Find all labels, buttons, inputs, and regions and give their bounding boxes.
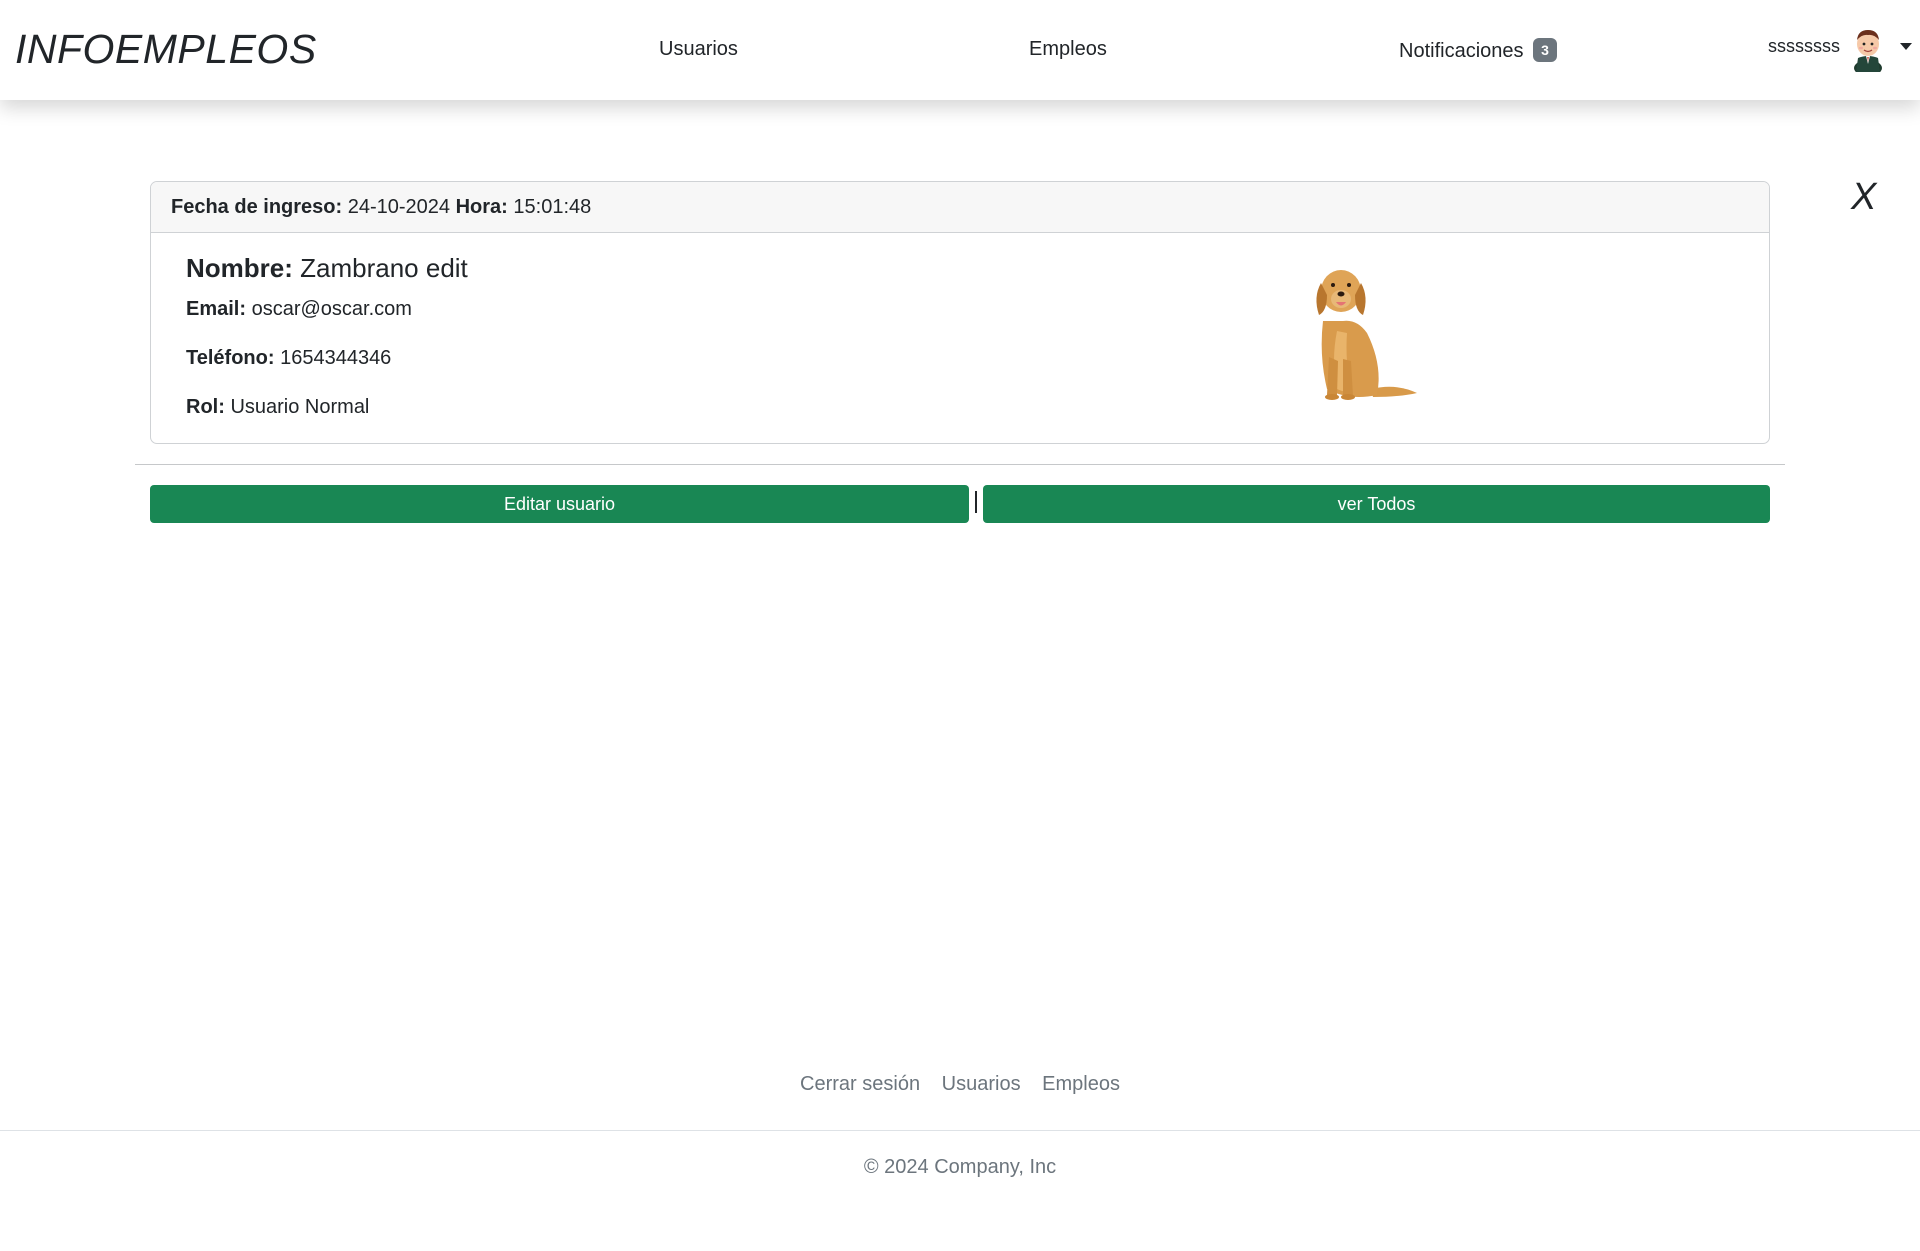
name-value: Zambrano edit xyxy=(300,253,468,283)
user-photo-dog xyxy=(1316,270,1417,400)
footer-divider xyxy=(0,1130,1920,1131)
date-value: 24-10-2024 xyxy=(347,196,451,218)
role-value: Usuario Normal xyxy=(230,396,370,418)
role-label: Rol: xyxy=(186,396,225,418)
view-all-button[interactable]: ver Todos xyxy=(983,485,1770,523)
user-name: ssssssss xyxy=(1768,35,1840,56)
notification-count-badge: 3 xyxy=(1533,38,1557,62)
user-menu-toggle[interactable]: ssssssss xyxy=(1768,26,1912,74)
date-label: Fecha de ingreso: xyxy=(171,196,343,218)
phone-value: 1654344346 xyxy=(280,347,392,369)
email-row: Email: oscar@oscar.com xyxy=(186,298,1734,321)
notifications-label: Notificaciones xyxy=(1399,40,1524,62)
card-header: Fecha de ingreso: 24-10-2024 Hora: 15:01… xyxy=(151,182,1769,233)
nav-link-users[interactable]: Usuarios xyxy=(659,38,738,61)
copyright-text: © 2024 Company, Inc xyxy=(863,1156,1057,1178)
name-label: Nombre: xyxy=(186,253,293,283)
footer-link-users[interactable]: Usuarios xyxy=(942,1073,1021,1095)
user-avatar-icon xyxy=(1854,30,1882,72)
chevron-down-icon xyxy=(1900,42,1912,50)
brand-logo[interactable]: INFOEMPLEOS xyxy=(15,26,317,73)
time-label: Hora: xyxy=(455,196,508,218)
footer-link-jobs[interactable]: Empleos xyxy=(1042,1073,1120,1095)
edit-user-button[interactable]: Editar usuario xyxy=(150,485,969,523)
phone-row: Teléfono: 1654344346 xyxy=(186,347,1734,370)
role-row: Rol: Usuario Normal xyxy=(186,396,1734,419)
footer-nav: Cerrar sesión Usuarios Empleos xyxy=(0,1073,1920,1096)
phone-label: Teléfono: xyxy=(186,347,275,369)
user-detail-card: Fecha de ingreso: 24-10-2024 Hora: 15:01… xyxy=(150,181,1770,444)
divider xyxy=(135,464,1785,465)
name-row: Nombre: Zambrano edit xyxy=(186,253,1734,284)
time-value: 15:01:48 xyxy=(513,196,592,218)
button-separator xyxy=(975,491,977,513)
nav-link-notifications[interactable]: Notificaciones 3 xyxy=(1399,38,1557,63)
footer-link-logout[interactable]: Cerrar sesión xyxy=(800,1073,920,1095)
card-body: Nombre: Zambrano edit Email: oscar@oscar… xyxy=(151,233,1769,443)
close-button[interactable]: X xyxy=(1851,176,1876,219)
top-navbar: INFOEMPLEOS Usuarios Empleos Notificacio… xyxy=(0,0,1920,100)
nav-link-jobs[interactable]: Empleos xyxy=(1029,38,1107,61)
email-label: Email: xyxy=(186,298,247,320)
email-value: oscar@oscar.com xyxy=(251,298,412,320)
